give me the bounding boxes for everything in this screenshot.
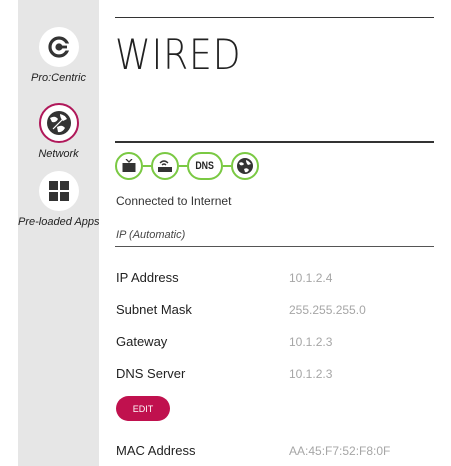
ip-address-value: 10.1.2.4 bbox=[289, 271, 333, 285]
top-divider bbox=[115, 17, 434, 18]
dns-server-label: DNS Server bbox=[116, 366, 186, 381]
mac-address-label: MAC Address bbox=[116, 443, 196, 458]
connection-line bbox=[223, 165, 231, 167]
gateway-value: 10.1.2.3 bbox=[289, 335, 333, 349]
dns-node: DNS bbox=[187, 152, 223, 180]
gateway-label: Gateway bbox=[116, 334, 168, 349]
edit-button[interactable]: EDIT bbox=[116, 396, 170, 421]
sidebar: Pro:Centric Network Pre-loaded Apps bbox=[18, 0, 100, 466]
sidebar-item-procentric[interactable]: Pro:Centric bbox=[18, 27, 99, 84]
sidebar-item-label: Network bbox=[38, 148, 79, 160]
ip-mode-underline bbox=[115, 246, 434, 247]
subnet-mask-label: Subnet Mask bbox=[116, 302, 192, 317]
router-icon bbox=[151, 152, 179, 180]
apps-grid-icon bbox=[38, 171, 79, 211]
mac-address-value: AA:45:F7:52:F8:0F bbox=[289, 444, 391, 458]
sidebar-item-label: Pre-loaded Apps bbox=[18, 216, 100, 228]
dns-label: DNS bbox=[195, 160, 215, 172]
main-panel: WIRED DNS Connected to Internet IP (Auto… bbox=[99, 0, 451, 466]
ip-mode-selector[interactable]: IP (Automatic) bbox=[116, 229, 185, 241]
sidebar-item-preloaded-apps[interactable]: Pre-loaded Apps bbox=[18, 171, 100, 228]
globe-icon bbox=[38, 103, 79, 143]
subnet-mask-value: 255.255.255.0 bbox=[289, 303, 366, 317]
connection-line bbox=[179, 165, 187, 167]
sidebar-item-network[interactable]: Network bbox=[18, 103, 99, 160]
connection-status-chain: DNS bbox=[115, 152, 259, 180]
connection-line bbox=[143, 165, 151, 167]
title-divider bbox=[115, 141, 434, 143]
page-title: WIRED bbox=[115, 30, 242, 79]
connection-status-text: Connected to Internet bbox=[116, 194, 232, 208]
dns-server-value: 10.1.2.3 bbox=[289, 367, 333, 381]
sidebar-item-label: Pro:Centric bbox=[30, 72, 87, 84]
globe-icon bbox=[231, 152, 259, 180]
tv-icon bbox=[115, 152, 143, 180]
procentric-icon bbox=[38, 27, 79, 67]
ip-address-label: IP Address bbox=[116, 270, 179, 285]
